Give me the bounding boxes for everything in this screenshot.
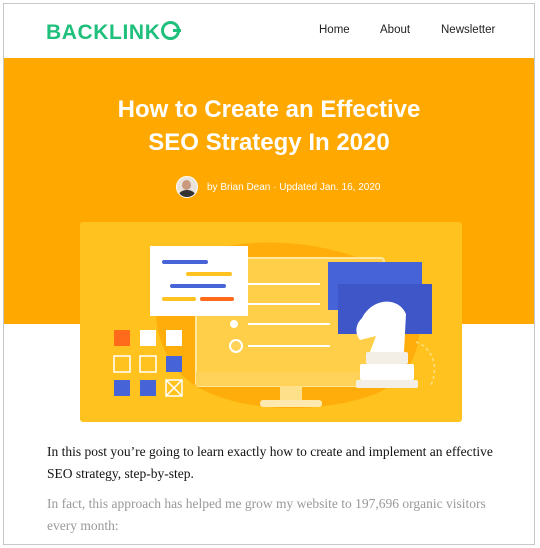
site-header: BACKLINK Home About Newsletter	[4, 4, 534, 58]
screen-dot	[230, 320, 238, 328]
monitor-chin	[196, 372, 384, 386]
knight-base	[360, 364, 414, 380]
floating-card	[150, 246, 248, 316]
knight-foot	[356, 380, 418, 388]
card-bar	[186, 272, 232, 276]
illustration-svg	[113, 242, 436, 409]
grid-square	[166, 356, 182, 372]
nav-about-link[interactable]: About	[380, 24, 410, 36]
grid-square	[114, 380, 130, 396]
screen-radio	[229, 339, 243, 353]
article-title-line2: SEO Strategy In 2020	[148, 129, 390, 156]
logo-o-icon	[161, 21, 182, 40]
card-bar	[162, 297, 196, 301]
grid-square	[139, 355, 157, 373]
grid-square	[140, 330, 156, 346]
author-avatar	[176, 176, 198, 198]
card-bar	[162, 260, 208, 264]
dashed-curve	[415, 341, 436, 388]
knight-collar	[366, 352, 408, 364]
logo-text: BACKLINK	[46, 21, 161, 44]
page-frame: BACKLINK Home About Newsletter How to Cr…	[3, 3, 535, 545]
monitor-stand	[260, 400, 322, 407]
nav-home-link[interactable]: Home	[319, 24, 350, 36]
nav-newsletter-link[interactable]: Newsletter	[441, 24, 495, 36]
grid-square	[166, 330, 182, 346]
grid-square	[140, 380, 156, 396]
article-title-line1: How to Create an Effective	[117, 96, 421, 123]
article-paragraph-2: In fact, this approach has helped me gro…	[47, 496, 486, 533]
hero-illustration	[80, 222, 462, 422]
article-byline: by Brian Dean · Updated Jan. 16, 2020	[176, 176, 380, 198]
card-bar	[170, 284, 226, 288]
grid-square	[114, 330, 130, 346]
card-bar	[200, 297, 234, 301]
monitor-neck	[280, 386, 302, 402]
byline-text: by Brian Dean · Updated Jan. 16, 2020	[207, 181, 381, 193]
site-logo[interactable]: BACKLINK	[46, 21, 182, 45]
grid-square	[113, 355, 131, 373]
article-paragraph-1: In this post you’re going to learn exact…	[47, 444, 493, 481]
